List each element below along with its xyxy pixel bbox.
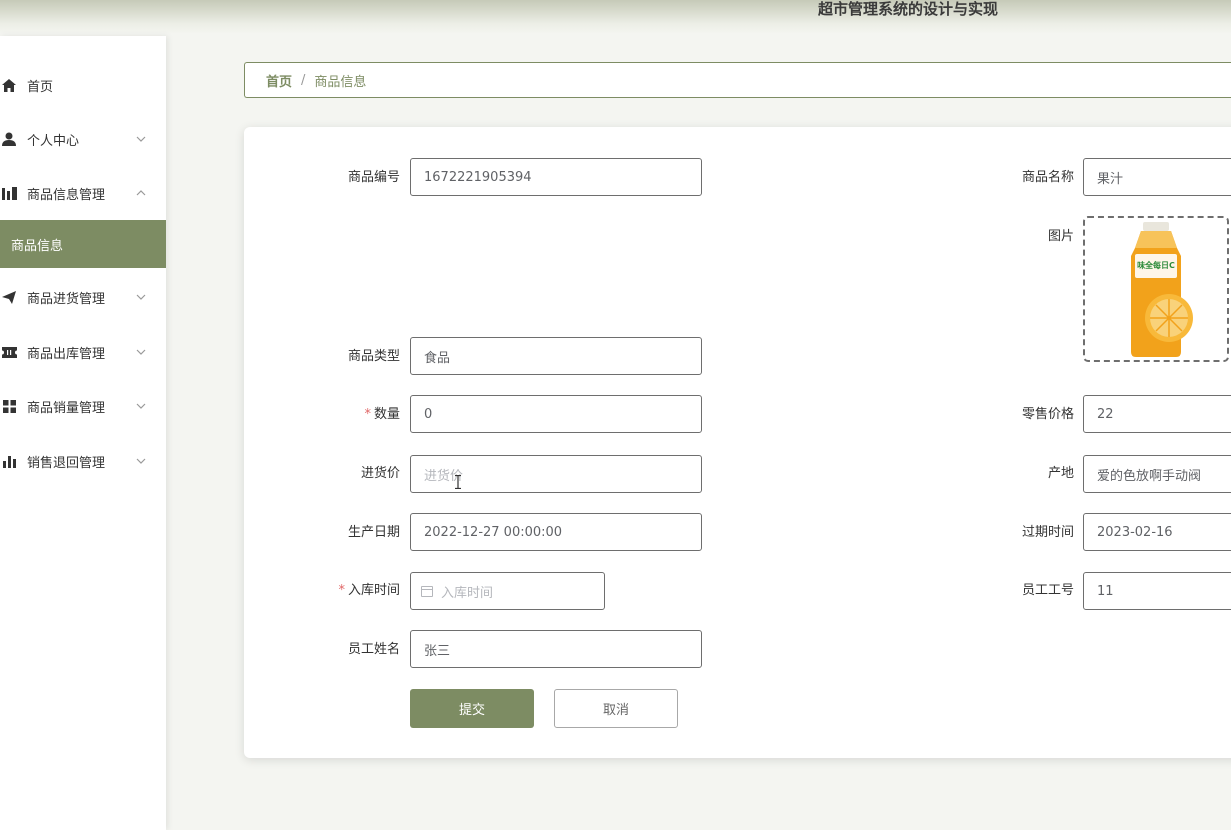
sidebar-item-returns-management[interactable]: 销售退回管理 xyxy=(0,439,166,483)
sidebar-item-label: 商品出库管理 xyxy=(27,346,106,362)
sidebar-item-label: 商品进货管理 xyxy=(27,291,106,307)
sidebar-item-product-info-management[interactable]: 商品信息管理 xyxy=(0,171,166,215)
stock-in-time-label: * 入库时间 xyxy=(280,583,400,599)
image-label: 图片 xyxy=(1047,229,1074,244)
chevron-down-icon xyxy=(136,347,146,357)
stock-in-time-picker[interactable]: 入库时间 xyxy=(410,572,605,610)
sidebar-item-label: 首页 xyxy=(27,79,54,95)
calendar-icon xyxy=(421,585,433,597)
sidebar-item-label: 销售退回管理 xyxy=(27,455,106,471)
submit-button[interactable]: 提交 xyxy=(410,689,534,728)
ticket-icon xyxy=(1,344,17,360)
retail-price-input[interactable]: 22 xyxy=(1083,395,1231,433)
top-bar: 超市管理系统的设计与实现 xyxy=(0,0,1231,34)
sidebar-item-label: 商品信息管理 xyxy=(27,187,106,203)
retail-price-label: 零售价格 xyxy=(1021,407,1074,422)
sidebar-item-label: 个人中心 xyxy=(27,133,80,149)
sidebar: 首页 个人中心 商品信息管理 商品信息 商品进货管理 商品出库管理 商品销量管理… xyxy=(0,36,166,830)
product-type-input[interactable]: 食品 xyxy=(410,337,702,375)
breadcrumb: 首页 / 商品信息 xyxy=(244,62,1231,98)
chart-icon xyxy=(1,453,17,469)
required-mark: * xyxy=(364,407,371,422)
product-id-label: 商品编号 xyxy=(347,170,400,185)
product-name-label: 商品名称 xyxy=(1021,170,1074,185)
quantity-input[interactable]: 0 xyxy=(410,395,702,433)
chevron-up-icon xyxy=(136,188,146,198)
employee-name-input[interactable]: 张三 xyxy=(410,630,702,668)
quantity-label-text: 数量 xyxy=(373,407,400,422)
app-title: 超市管理系统的设计与实现 xyxy=(818,0,999,18)
stock-in-time-label-text: 入库时间 xyxy=(347,583,400,598)
image-upload[interactable]: 味全每日C xyxy=(1083,216,1229,362)
expiry-date-input[interactable]: 2023-02-16 xyxy=(1083,513,1231,551)
production-date-input[interactable]: 2022-12-27 00:00:00 xyxy=(410,513,702,551)
bottle-brand-text: 味全每日C xyxy=(1137,260,1175,270)
text-cursor-icon xyxy=(455,475,461,489)
sidebar-subitem-product-info[interactable]: 商品信息 xyxy=(0,220,166,268)
employee-name-label: 员工姓名 xyxy=(347,642,400,657)
origin-label: 产地 xyxy=(1047,466,1074,481)
home-icon xyxy=(1,77,17,93)
sidebar-item-sales-management[interactable]: 商品销量管理 xyxy=(0,384,166,428)
expiry-date-label: 过期时间 xyxy=(1021,525,1074,540)
sidebar-item-personal-center[interactable]: 个人中心 xyxy=(0,117,166,161)
required-mark: * xyxy=(338,583,345,598)
bar-icon xyxy=(1,185,17,201)
quantity-label: * 数量 xyxy=(280,407,400,423)
chevron-down-icon xyxy=(136,456,146,466)
sidebar-item-outbound-management[interactable]: 商品出库管理 xyxy=(0,330,166,374)
origin-input[interactable]: 爱的色放啊手动阀 xyxy=(1083,455,1231,493)
juice-bottle-image: 味全每日C xyxy=(1131,222,1193,357)
grid-icon xyxy=(1,398,17,414)
cancel-button[interactable]: 取消 xyxy=(554,689,678,728)
product-name-input[interactable]: 果汁 xyxy=(1083,158,1231,196)
sidebar-item-purchase-management[interactable]: 商品进货管理 xyxy=(0,275,166,319)
breadcrumb-separator: / xyxy=(301,72,306,88)
user-icon xyxy=(1,131,17,147)
breadcrumb-home-link[interactable]: 首页 xyxy=(266,71,292,90)
purchase-price-label: 进货价 xyxy=(360,466,400,481)
employee-id-input[interactable]: 11 xyxy=(1083,572,1231,610)
production-date-label: 生产日期 xyxy=(347,525,400,540)
product-type-label: 商品类型 xyxy=(347,349,400,364)
sidebar-subitem-label: 商品信息 xyxy=(11,238,64,254)
employee-id-label: 员工工号 xyxy=(1021,583,1074,598)
chevron-down-icon xyxy=(136,401,146,411)
purchase-price-input[interactable]: 进货价 xyxy=(410,455,702,493)
stock-in-time-placeholder: 入库时间 xyxy=(441,585,494,601)
sidebar-item-home[interactable]: 首页 xyxy=(0,63,166,107)
chevron-down-icon xyxy=(136,134,146,144)
sidebar-item-label: 商品销量管理 xyxy=(27,400,106,416)
product-id-input[interactable]: 1672221905394 xyxy=(410,158,702,196)
breadcrumb-current: 商品信息 xyxy=(314,74,367,90)
send-icon xyxy=(1,289,17,305)
chevron-down-icon xyxy=(136,292,146,302)
